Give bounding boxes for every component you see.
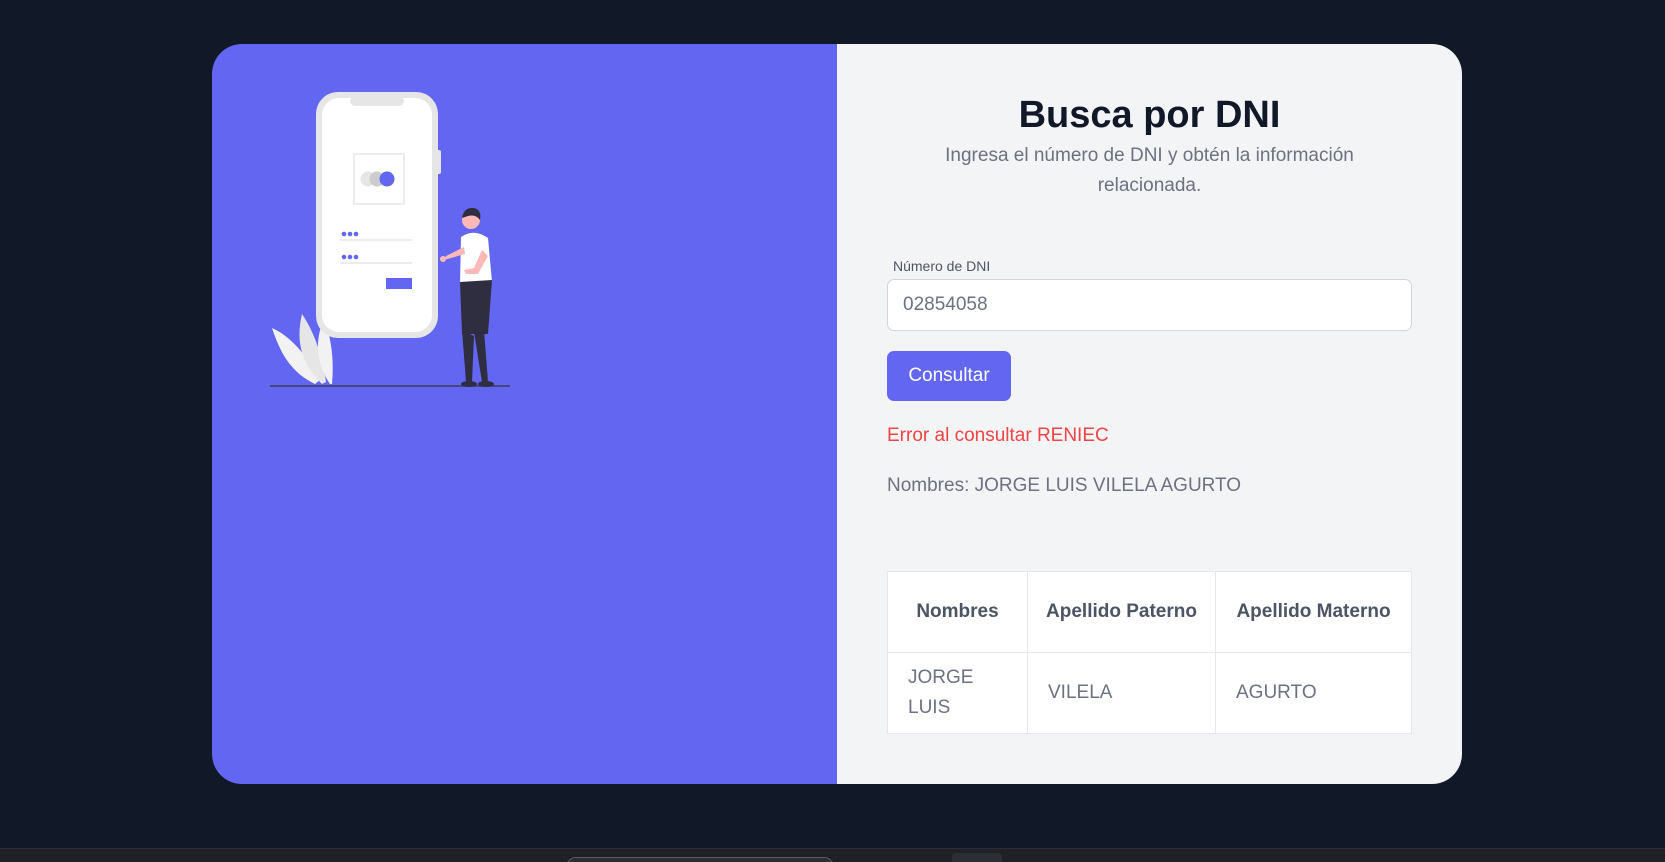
- cell-apellido-paterno: VILELA: [1027, 652, 1216, 734]
- illustration-panel: [212, 44, 837, 784]
- page-title: Busca por DNI: [1018, 94, 1281, 136]
- cell-nombres: JORGE LUIS: [887, 652, 1028, 734]
- error-message: Error al consultar RENIEC: [887, 425, 1109, 446]
- header-apellido-paterno: Apellido Paterno: [1027, 571, 1216, 653]
- cell-apellido-materno: AGURTO: [1215, 652, 1412, 734]
- results-table: Nombres Apellido Paterno Apellido Matern…: [887, 571, 1412, 734]
- dni-field-label: Número de DNI: [893, 258, 991, 274]
- lookup-card: Busca por DNI Ingresa el número de DNI y…: [212, 44, 1462, 784]
- table-header-row: Nombres Apellido Paterno Apellido Matern…: [887, 571, 1412, 653]
- header-apellido-materno: Apellido Materno: [1215, 571, 1412, 653]
- table-row: JORGE LUIS VILELA AGURTO: [887, 652, 1412, 734]
- search-panel: Busca por DNI Ingresa el número de DNI y…: [837, 44, 1462, 784]
- taskbar-search-box[interactable]: [566, 857, 834, 862]
- phone-login-illustration: [270, 92, 510, 387]
- consultar-button[interactable]: Consultar: [887, 351, 1011, 401]
- header-nombres: Nombres: [887, 571, 1028, 653]
- taskbar-app-icon[interactable]: [952, 853, 1002, 862]
- dni-input[interactable]: [887, 279, 1412, 331]
- names-summary: Nombres: JORGE LUIS VILELA AGURTO: [887, 475, 1242, 496]
- page-subtitle: Ingresa el número de DNI y obtén la info…: [945, 145, 1354, 196]
- taskbar: [0, 848, 1665, 862]
